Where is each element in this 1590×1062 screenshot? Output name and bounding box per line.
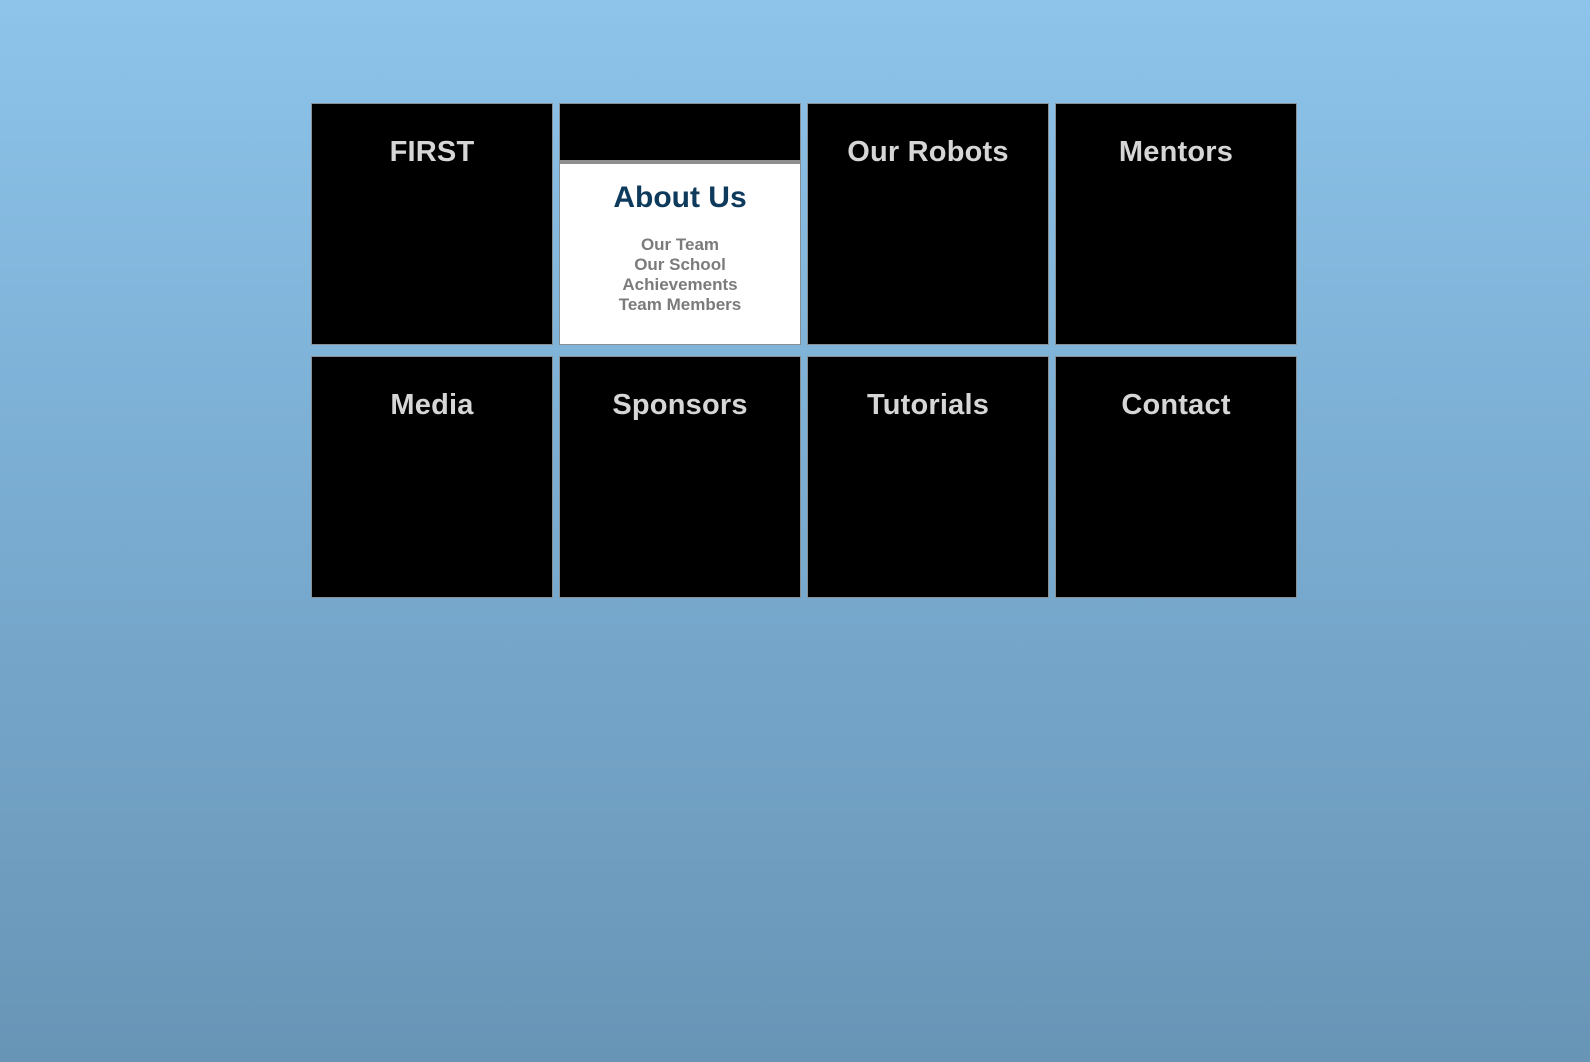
tile-sponsors-label: Sponsors (612, 389, 748, 421)
tile-mentors[interactable]: Mentors (1055, 103, 1297, 345)
tile-about-us-label[interactable]: About Us (560, 181, 800, 215)
submenu-link-achievements[interactable]: Achievements (560, 275, 800, 295)
about-us-submenu: Our Team Our School Achievements Team Me… (560, 235, 800, 315)
tile-tutorials-label: Tutorials (866, 389, 990, 421)
tile-tutorials[interactable]: Tutorials (807, 356, 1049, 598)
tile-first-label: FIRST (389, 136, 475, 168)
tile-contact[interactable]: Contact (1055, 356, 1297, 598)
nav-tile-grid: FIRST About Us Our Team Our School Achie… (311, 103, 1301, 600)
tile-media-label: Media (390, 389, 474, 421)
tile-mentors-label: Mentors (1118, 136, 1234, 168)
tile-first[interactable]: FIRST (311, 103, 553, 345)
tile-sponsors[interactable]: Sponsors (559, 356, 801, 598)
submenu-link-our-team[interactable]: Our Team (560, 235, 800, 255)
submenu-link-our-school[interactable]: Our School (560, 255, 800, 275)
tile-about-us[interactable]: About Us Our Team Our School Achievement… (559, 103, 801, 345)
tile-media[interactable]: Media (311, 356, 553, 598)
tile-our-robots[interactable]: Our Robots (807, 103, 1049, 345)
tile-our-robots-label: Our Robots (847, 136, 1009, 168)
about-us-dropdown-panel: About Us Our Team Our School Achievement… (560, 160, 800, 344)
tile-contact-label: Contact (1121, 389, 1231, 421)
submenu-link-team-members[interactable]: Team Members (560, 295, 800, 315)
